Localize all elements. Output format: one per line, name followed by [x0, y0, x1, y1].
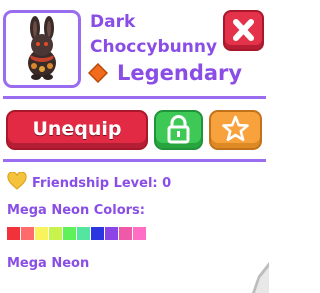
heart-icon — [7, 171, 27, 194]
close-x-icon — [233, 19, 254, 41]
friendship-level: Friendship Level: 0 — [7, 171, 172, 194]
legendary-diamond-icon — [88, 63, 108, 83]
star-icon — [222, 115, 249, 142]
divider — [3, 159, 266, 162]
pet-name: Dark Choccybunny — [90, 12, 218, 57]
mega-neon-label: Mega Neon — [7, 256, 90, 271]
neon-color-swatch — [77, 227, 90, 240]
favorite-button[interactable] — [209, 110, 262, 150]
mega-neon-colors-label: Mega Neon Colors: — [7, 203, 145, 218]
rarity-row: Legendary — [88, 60, 242, 86]
scroll-handle-icon[interactable] — [252, 262, 269, 293]
neon-color-swatches — [7, 227, 147, 240]
pet-portrait — [3, 10, 81, 88]
neon-color-swatch — [119, 227, 132, 240]
rarity-label: Legendary — [117, 61, 243, 85]
close-button[interactable] — [223, 10, 264, 51]
neon-color-swatch — [21, 227, 34, 240]
friendship-text: Friendship Level: 0 — [32, 175, 172, 191]
neon-color-swatch — [105, 227, 118, 240]
divider — [3, 96, 266, 99]
unequip-button[interactable]: Unequip — [6, 110, 148, 150]
neon-color-swatch — [133, 227, 146, 240]
neon-color-swatch — [91, 227, 104, 240]
dark-choccybunny-image — [28, 16, 56, 80]
lock-icon — [167, 115, 190, 144]
neon-color-swatch — [7, 227, 20, 240]
neon-color-swatch — [63, 227, 76, 240]
lock-button[interactable] — [154, 110, 203, 150]
neon-color-swatch — [35, 227, 48, 240]
neon-color-swatch — [49, 227, 62, 240]
